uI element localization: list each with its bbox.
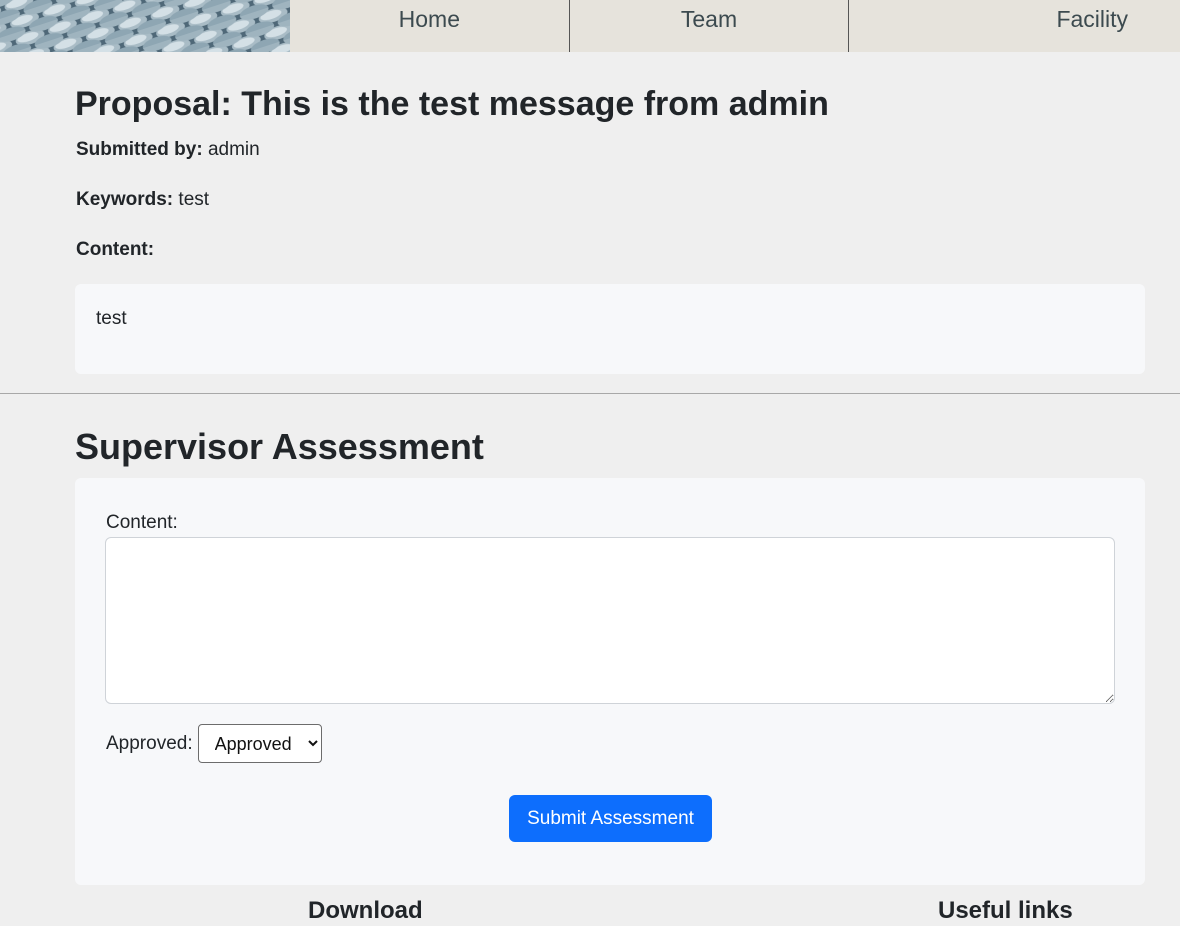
footer-useful-links-heading: Useful links [938, 897, 1073, 924]
keywords-line: Keywords: test [76, 188, 209, 212]
header-banner-image [0, 0, 290, 52]
keywords-label: Keywords: [76, 189, 174, 210]
section-divider [0, 393, 1180, 394]
proposal-content-label: Content: [76, 239, 155, 260]
proposal-section: Proposal: This is the test message from … [75, 82, 1145, 374]
proposal-content-box: test [75, 284, 1145, 374]
approved-select[interactable]: Approved [197, 724, 322, 763]
proposal-content-text: test [96, 308, 127, 329]
approved-row: Approved: Approved [106, 724, 322, 763]
keywords-value: test [178, 189, 210, 210]
content-line: Content: [76, 238, 154, 262]
top-navbar: Home Team Facility [0, 0, 1180, 52]
proposal-title: Proposal: This is the test message from … [75, 85, 829, 123]
footer-download-heading: Download [308, 897, 423, 924]
main-nav: Home Team Facility [290, 0, 1180, 52]
submitted-by-value: admin [207, 139, 260, 160]
submitted-by-line: Submitted by: admin [76, 138, 260, 162]
approved-label: Approved: [106, 732, 193, 754]
submit-assessment-button[interactable]: Submit Assessment [509, 795, 712, 842]
assessment-title: Supervisor Assessment [75, 426, 484, 467]
assessment-form: Content: Approved: Approved Submit Asses… [75, 478, 1145, 885]
nav-home[interactable]: Home [290, 0, 569, 52]
nav-facility[interactable]: Facility [848, 0, 1180, 52]
nav-team[interactable]: Team [568, 0, 849, 52]
submitted-by-label: Submitted by: [76, 139, 203, 160]
assessment-content-label: Content: [106, 512, 178, 533]
assessment-content-textarea[interactable] [105, 537, 1115, 704]
